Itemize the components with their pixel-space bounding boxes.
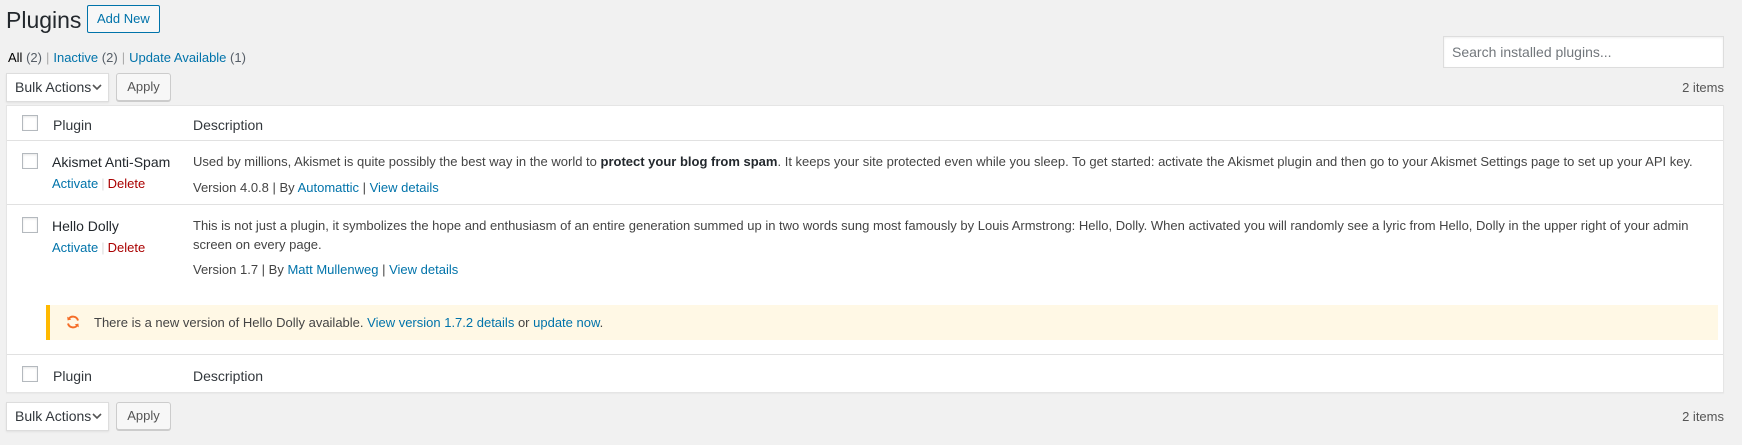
bulk-actions-select[interactable]: Bulk Actions xyxy=(6,73,109,102)
update-text: There is a new version of Hello Dolly av… xyxy=(94,315,364,330)
plugins-table: Plugin Description Akismet Anti-Spam Act… xyxy=(6,105,1724,393)
row-checkbox[interactable] xyxy=(22,217,38,233)
description-text: Used by millions, Akismet is quite possi… xyxy=(193,154,601,169)
column-footer-plugin: Plugin xyxy=(53,368,92,384)
add-new-button[interactable]: Add New xyxy=(87,5,160,33)
period-text: . xyxy=(599,315,604,330)
filter-all-count: (2) xyxy=(26,50,42,65)
row-checkbox[interactable] xyxy=(22,153,38,169)
author-link[interactable]: Matt Mullenweg xyxy=(287,262,378,277)
divider xyxy=(7,354,1723,355)
delete-link[interactable]: Delete xyxy=(108,240,146,255)
row-actions: Activate | Delete xyxy=(52,240,145,255)
activate-link[interactable]: Activate xyxy=(52,176,98,191)
search-input[interactable] xyxy=(1443,36,1724,68)
view-details-link[interactable]: View details xyxy=(370,180,439,195)
description-line: This is not just a plugin, it symbolizes… xyxy=(193,218,1689,233)
filter-update-available[interactable]: Update Available (1) xyxy=(129,50,246,65)
apply-button[interactable]: Apply xyxy=(116,73,171,101)
activate-link[interactable]: Activate xyxy=(52,240,98,255)
update-notice: There is a new version of Hello Dolly av… xyxy=(46,305,1718,340)
update-now-link[interactable]: update now xyxy=(533,315,600,330)
plugin-version: Version 1.7 xyxy=(193,262,259,277)
bulk-actions-select-bottom[interactable]: Bulk Actions xyxy=(6,402,109,431)
select-all-checkbox-footer[interactable] xyxy=(22,366,38,382)
action-separator: | xyxy=(101,176,105,191)
page-title: Plugins xyxy=(6,7,82,33)
or-text: or xyxy=(517,315,530,330)
filter-links: All (2) | Inactive (2) | Update Available (1… xyxy=(8,50,246,66)
filter-all-label: All xyxy=(8,50,23,65)
bulk-actions-label: Bulk Actions xyxy=(15,408,92,424)
by-label: By xyxy=(268,262,284,277)
items-count-bottom: 2 items xyxy=(1682,409,1724,424)
delete-link[interactable]: Delete xyxy=(108,176,146,191)
author-link[interactable]: Automattic xyxy=(298,180,359,195)
plugin-description: Used by millions, Akismet is quite possi… xyxy=(193,152,1713,171)
filter-update-label: Update Available xyxy=(129,50,227,65)
filter-separator: | xyxy=(45,50,50,65)
update-icon xyxy=(65,314,81,330)
filter-all[interactable]: All (2) xyxy=(8,50,42,65)
filter-inactive-count: (2) xyxy=(101,50,118,65)
column-footer-description: Description xyxy=(193,368,264,384)
description-emphasis: protect your blog from spam xyxy=(600,154,778,169)
bulk-actions-label: Bulk Actions xyxy=(15,79,92,95)
description-line: screen on every page. xyxy=(193,237,322,252)
items-count: 2 items xyxy=(1682,80,1724,95)
apply-button-bottom[interactable]: Apply xyxy=(116,402,171,430)
plugin-name: Akismet Anti-Spam xyxy=(52,154,171,170)
filter-separator: | xyxy=(121,50,126,65)
plugin-name: Hello Dolly xyxy=(52,218,119,234)
description-text: . It keeps your site protected even whil… xyxy=(777,154,1693,169)
row-actions: Activate | Delete xyxy=(52,176,145,191)
divider xyxy=(7,140,1723,141)
plugins-page: Plugins Add New All (2) | Inactive (2) | Upd… xyxy=(0,0,1742,445)
column-header-plugin: Plugin xyxy=(53,117,92,133)
column-header-description: Description xyxy=(193,117,264,133)
plugin-version: Version 4.0.8 xyxy=(193,180,269,195)
filter-inactive[interactable]: Inactive (2) xyxy=(53,50,117,65)
filter-update-count: (1) xyxy=(230,50,246,65)
view-version-details-link[interactable]: View version 1.7.2 details xyxy=(367,315,514,330)
update-message: There is a new version of Hello Dolly av… xyxy=(94,315,603,330)
action-separator: | xyxy=(101,240,105,255)
plugin-meta: Version 1.7 | By Matt Mullenweg | View d… xyxy=(193,262,459,277)
chevron-down-icon xyxy=(92,403,102,441)
filter-inactive-label: Inactive xyxy=(53,50,99,65)
plugin-description: This is not just a plugin, it symbolizes… xyxy=(193,216,1713,254)
plugin-meta: Version 4.0.8 | By Automattic | View det… xyxy=(193,180,439,195)
view-details-link[interactable]: View details xyxy=(389,262,458,277)
divider xyxy=(7,204,1723,205)
by-label: By xyxy=(279,180,295,195)
select-all-checkbox[interactable] xyxy=(22,115,38,131)
